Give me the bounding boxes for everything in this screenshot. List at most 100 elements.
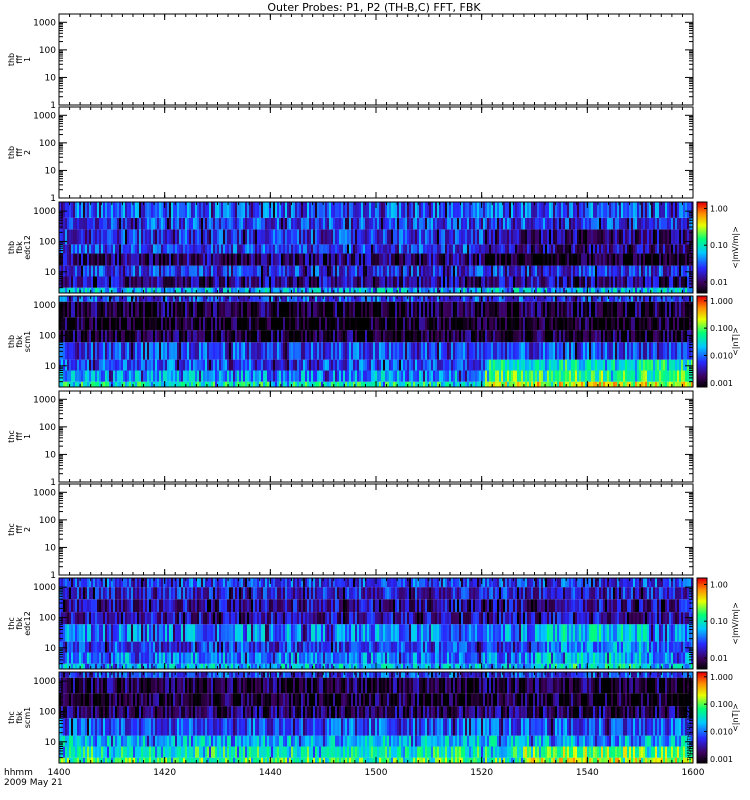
spectrogram-cell (63, 202, 66, 218)
spectrogram-cell (211, 317, 214, 331)
spectrogram-cell (567, 229, 570, 245)
spectrogram-cell (489, 265, 492, 277)
spectrogram-cell (171, 202, 174, 218)
spectrogram-cell (101, 217, 104, 230)
spectrogram-cell (223, 265, 226, 277)
spectrogram-cell (669, 287, 672, 293)
spectrogram-cell (323, 265, 326, 277)
spectrogram-cell (141, 253, 144, 266)
spectrogram-cell (387, 202, 390, 218)
spectrogram-cell (125, 287, 128, 293)
spectrogram-cell (167, 381, 170, 387)
spectrogram-cell (187, 317, 190, 331)
spectrogram-cell (315, 381, 318, 387)
spectrogram-cell (569, 265, 572, 277)
spectrogram-cell (371, 317, 374, 331)
spectrogram-cell (161, 217, 164, 230)
spectrogram-cell (125, 317, 128, 331)
spectrogram-cell (285, 229, 288, 245)
spectrogram-cell (307, 244, 310, 254)
spectrogram-cell (147, 330, 150, 343)
spectrogram-cell (273, 330, 276, 343)
spectrogram-cell (237, 217, 240, 230)
spectrogram-cell (113, 217, 116, 230)
spectrogram-cell (565, 217, 568, 230)
spectrogram-cell (567, 359, 570, 371)
spectrogram-cell (305, 253, 308, 266)
spectrogram-cell (289, 381, 292, 387)
spectrogram-cell (217, 359, 220, 371)
spectrogram-cell (245, 317, 248, 331)
spectrogram-cell (489, 330, 492, 343)
spectrogram-cell (423, 276, 426, 288)
spectrogram-cell (101, 265, 104, 277)
spectrogram-cell (473, 253, 476, 266)
spectrogram-cell (631, 265, 634, 277)
spectrogram-cell (599, 359, 602, 371)
spectrogram-cell (267, 229, 270, 245)
spectrogram-cell (371, 265, 374, 277)
spectrogram-cell (327, 276, 330, 288)
spectrogram-cell (235, 370, 238, 382)
spectrogram-cell (447, 381, 450, 387)
spectrogram-cell (571, 276, 574, 288)
spectrogram-cell (477, 370, 480, 382)
spectrogram-cell (175, 370, 178, 382)
spectrogram-cell (667, 330, 670, 343)
spectrogram-cell (165, 287, 168, 293)
spectrogram-cell (619, 330, 622, 343)
spectrogram-cell (241, 202, 244, 218)
spectrogram-cell (579, 330, 582, 343)
spectrogram-cell (331, 253, 334, 266)
spectrogram-cell (487, 217, 490, 230)
spectrogram-cell (299, 370, 302, 382)
spectrogram-cell (489, 276, 492, 288)
spectrogram-cell (649, 342, 652, 360)
spectrogram-cell (165, 276, 168, 288)
spectrogram-cell (229, 317, 232, 331)
spectrogram-cell (191, 342, 194, 360)
spectrogram-cell (93, 317, 96, 331)
spectrogram-cell (103, 359, 106, 371)
spectrogram-cell (625, 370, 628, 382)
spectrogram-cell (117, 381, 120, 387)
spectrogram-cell (111, 217, 114, 230)
spectrogram-cell (125, 217, 128, 230)
spectrogram-cell (357, 229, 360, 245)
spectrogram-cell (259, 229, 262, 245)
spectrogram-cell (485, 217, 488, 230)
spectrogram-cell (225, 217, 228, 230)
spectrogram-cell (409, 276, 412, 288)
spectrogram-cell (87, 202, 90, 218)
spectrogram-cell (623, 229, 626, 245)
spectrogram-cell (339, 217, 342, 230)
spectrogram-cell (373, 342, 376, 360)
spectrogram-cell (639, 229, 642, 245)
spectrogram-cell (655, 276, 658, 288)
spectrogram-cell (221, 276, 224, 288)
spectrogram-cell (167, 342, 170, 360)
spectrogram-cell (253, 202, 256, 218)
spectrogram-cell (589, 370, 592, 382)
spectrogram-cell (255, 317, 258, 331)
spectrogram-cell (369, 244, 372, 254)
spectrogram-cell (603, 381, 606, 387)
spectrogram-cell (633, 287, 636, 293)
spectrogram-cell (441, 370, 444, 382)
spectrogram-cell (571, 217, 574, 230)
spectrogram-cell (359, 217, 362, 230)
spectrogram-cell (347, 253, 350, 266)
spectrogram-cell (399, 276, 402, 288)
spectrogram-cell (485, 265, 488, 277)
spectrogram-cell (123, 217, 126, 230)
spectrogram-cell (541, 381, 544, 387)
spectrogram-cell (677, 217, 680, 230)
spectrogram-cell (81, 330, 84, 343)
spectrogram-cell (351, 317, 354, 331)
spectrogram-cell (117, 330, 120, 343)
spectrogram-cell (165, 342, 168, 360)
spectrogram-cell (313, 381, 316, 387)
spectrogram-cell (597, 370, 600, 382)
spectrogram-cell (463, 276, 466, 288)
spectrogram-cell (269, 359, 272, 371)
